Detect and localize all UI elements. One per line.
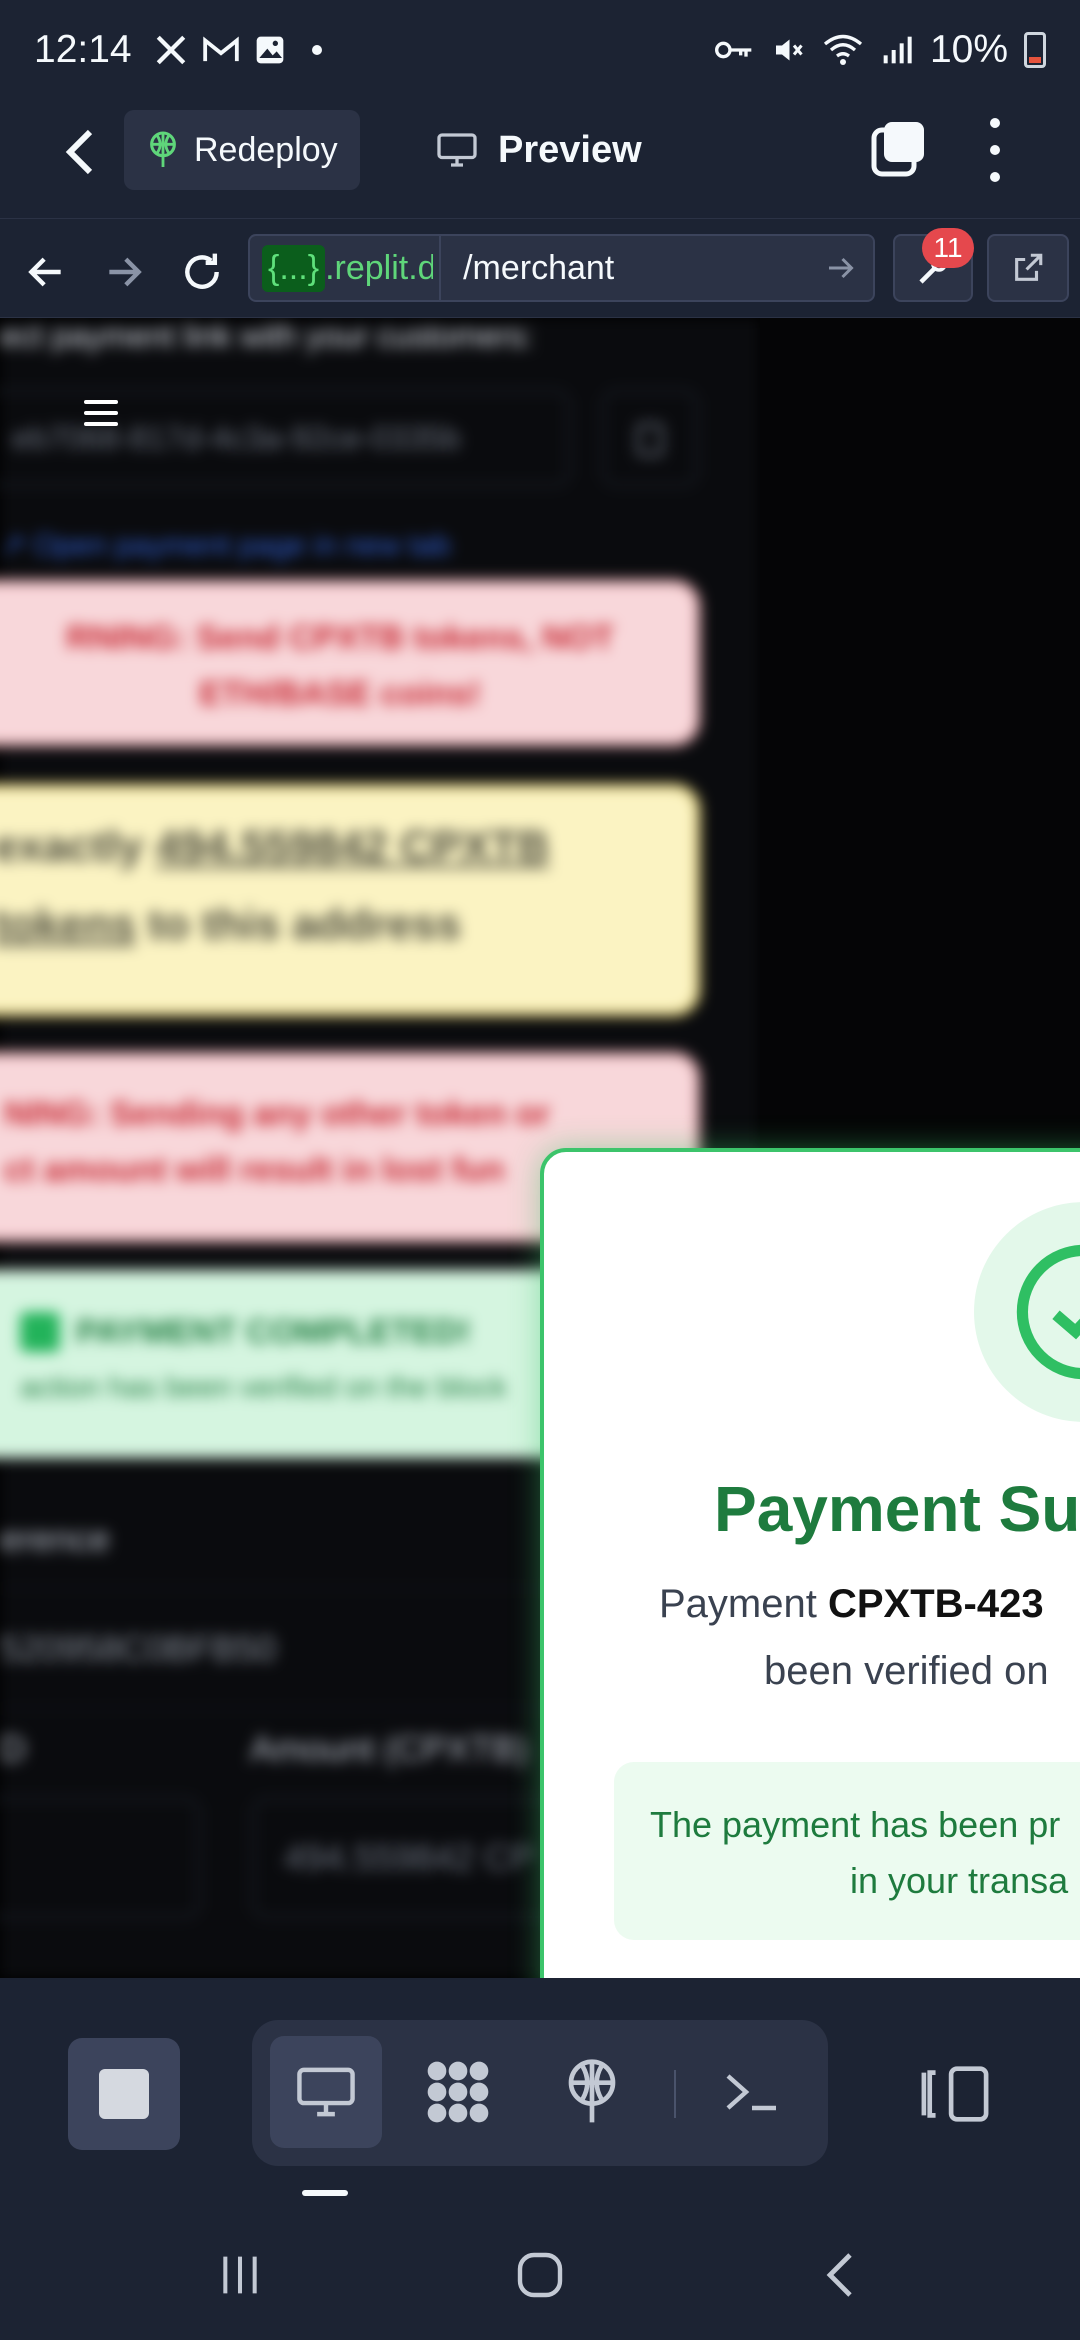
- monitor-icon: [437, 133, 477, 167]
- preview-view-button[interactable]: [270, 2036, 382, 2148]
- column-label: D: [0, 1728, 26, 1769]
- info-line-1: The payment has been pr: [650, 1804, 1061, 1845]
- shell-button[interactable]: [696, 2036, 808, 2148]
- reference-label: erence: [0, 1518, 111, 1559]
- active-tab-indicator: [302, 2190, 348, 2196]
- intro-text: ect payment link with your customers:: [0, 318, 534, 354]
- tokens-text: tokens: [0, 900, 136, 949]
- panel-icon: [921, 2066, 989, 2122]
- copy-button[interactable]: [602, 390, 698, 486]
- redeploy-label: Redeploy: [194, 130, 338, 169]
- amount-text: 494.559842 CPXTB: [155, 822, 550, 871]
- stop-icon: [99, 2069, 149, 2119]
- url-path: /merchant: [463, 248, 615, 287]
- go-arrow-icon[interactable]: [823, 250, 859, 286]
- monitor-icon: [297, 2067, 355, 2117]
- preview-viewport: ect payment link with your customers: eb…: [0, 318, 1080, 1978]
- amount-label: Amount (CPXTB): [250, 1728, 529, 1769]
- chevron-left-icon: [826, 2253, 852, 2297]
- cluster-icon: [427, 2061, 489, 2123]
- recent-apps-button[interactable]: [210, 2240, 270, 2310]
- preview-tab[interactable]: Preview: [436, 120, 642, 180]
- instruction-card: exactly 494.559842 CPXTB tokens to this a…: [0, 784, 700, 1016]
- checkbox-icon: [20, 1312, 60, 1352]
- domain-text: .replit.de: [325, 248, 433, 287]
- more-options-button[interactable]: [980, 118, 1010, 182]
- toggle-panel-button[interactable]: [910, 2062, 1000, 2126]
- info-line-2: in your transa: [850, 1860, 1069, 1901]
- redeploy-button[interactable]: Redeploy: [124, 110, 360, 190]
- reload-icon[interactable]: [180, 250, 224, 294]
- wifi-icon: [823, 34, 862, 65]
- external-link-icon: [1015, 253, 1043, 281]
- warning-card-1: RNING: Send CPXTB tokens, NOT ETH/BASE c…: [0, 580, 700, 746]
- home-button[interactable]: [510, 2240, 570, 2310]
- arrow-left-icon[interactable]: [24, 250, 68, 294]
- gmail-icon: [202, 36, 239, 62]
- mute-icon: [775, 39, 803, 61]
- copy-icon: [636, 423, 664, 457]
- check-circle-icon: [1016, 1244, 1080, 1380]
- stop-button[interactable]: [68, 2038, 180, 2150]
- url-field[interactable]: {...} .replit.de /merchant: [248, 234, 875, 302]
- hamburger-menu-button[interactable]: [84, 400, 118, 426]
- modal-message-line-1: Payment CPXTB-423: [659, 1582, 1044, 1626]
- tabs-icon[interactable]: [870, 120, 928, 178]
- reference-value: 520958C0BFB50: [0, 1628, 277, 1669]
- deploy-icon: [568, 2059, 616, 2123]
- vpn-key-icon: [714, 41, 752, 59]
- home-icon: [517, 2252, 563, 2298]
- recent-apps-icon: [223, 2256, 257, 2294]
- payment-success-modal: Payment Su Payment CPXTB-423 been verifi…: [540, 1148, 1080, 1978]
- dot-icon: [311, 45, 322, 55]
- modal-title: Payment Su: [714, 1473, 1080, 1545]
- chevron-left-icon: [65, 129, 93, 175]
- deploy-icon: [150, 131, 176, 167]
- status-bar: 12:14 10%: [0, 0, 1080, 100]
- x-icon: [156, 35, 185, 65]
- preview-label: Preview: [498, 128, 642, 171]
- success-check-circle: [974, 1202, 1080, 1422]
- modal-info-box: The payment has been pr in your transa: [614, 1762, 1080, 1940]
- domain-badge: {...}: [262, 244, 326, 292]
- status-time: 12:14: [34, 28, 132, 71]
- battery-icon: [1024, 32, 1046, 68]
- battery-percent: 10%: [929, 28, 1008, 71]
- deployments-button[interactable]: [536, 2036, 648, 2148]
- back-button[interactable]: [50, 122, 110, 182]
- gallery-icon: [256, 36, 283, 64]
- workflows-button[interactable]: [402, 2036, 514, 2148]
- view-switcher: [252, 2020, 828, 2166]
- terminal-icon: [726, 2074, 776, 2111]
- payment-code: CPXTB-423: [827, 1582, 1044, 1626]
- signal-icon: [883, 36, 912, 64]
- system-back-button[interactable]: [810, 2240, 870, 2310]
- arrow-right-icon[interactable]: [102, 250, 146, 294]
- open-payment-link[interactable]: ↗ Open payment page in new tab: [0, 528, 450, 563]
- devtools-count-badge: 11: [922, 228, 974, 268]
- left-field[interactable]: [0, 1798, 200, 1918]
- modal-message-line-2: been verified on: [764, 1649, 1049, 1693]
- open-external-button[interactable]: [987, 234, 1069, 302]
